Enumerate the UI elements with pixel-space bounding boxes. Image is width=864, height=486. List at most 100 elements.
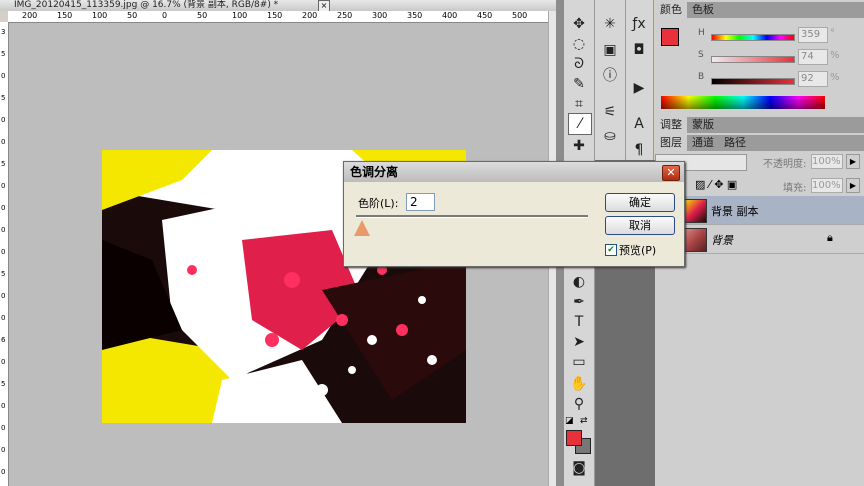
ruler-mark: 5 — [1, 380, 6, 388]
ruler-mark: 0 — [1, 182, 6, 190]
brightness-input[interactable]: 92 — [798, 71, 828, 87]
levels-slider[interactable] — [356, 215, 588, 218]
crop-icon[interactable]: ⌗ — [568, 94, 590, 114]
opacity-input[interactable]: 100% — [811, 154, 843, 169]
shape-icon[interactable]: ▭ — [568, 352, 590, 372]
fill-dropdown-icon[interactable]: ▶ — [846, 178, 860, 193]
ruler-mark: 0 — [1, 248, 6, 256]
brightness-unit: % — [830, 72, 840, 83]
info-icon[interactable]: ⓘ — [599, 66, 621, 86]
swap-colors-icon[interactable]: ⇄ — [580, 416, 590, 426]
move-icon[interactable]: ✥ — [568, 14, 590, 34]
default-colors-icon[interactable]: ◪ — [565, 416, 575, 426]
color-spectrum[interactable] — [661, 96, 825, 109]
hand-icon[interactable]: ✋ — [568, 374, 590, 394]
eyedropper-icon[interactable]: ⁄ — [568, 113, 592, 135]
ruler-mark: 0 — [1, 292, 6, 300]
ruler-mark: 200 — [302, 11, 318, 20]
fill-input[interactable]: 100% — [811, 178, 843, 193]
healing-icon[interactable]: ✚ — [568, 136, 590, 156]
path-select-icon[interactable]: ➤ — [568, 332, 590, 352]
ruler-mark: 500 — [512, 11, 528, 20]
hue-slider[interactable] — [711, 34, 795, 41]
ruler-mark: 50 — [127, 11, 138, 20]
character-icon[interactable]: A — [628, 114, 650, 134]
3d-rotate-icon[interactable]: ✳ — [599, 14, 621, 34]
saturation-unit: % — [830, 50, 840, 61]
layer-thumbnail — [683, 199, 707, 223]
ruler-mark: 100 — [92, 11, 108, 20]
ruler-mark: 3 — [1, 28, 6, 36]
hue-input[interactable]: 359 — [798, 27, 828, 43]
preview-checkbox[interactable]: ✔ — [605, 244, 617, 256]
saturation-input[interactable]: 74 — [798, 49, 828, 65]
mask-icon[interactable]: ◘ — [628, 40, 650, 60]
brightness-label: B — [698, 72, 705, 82]
paragraph-icon[interactable]: ¶ — [628, 140, 650, 160]
tab-swatches[interactable]: 色板 — [687, 2, 719, 18]
close-icon[interactable]: ✕ — [662, 165, 680, 181]
zoom-icon[interactable]: ⚲ — [568, 394, 590, 414]
document-tab[interactable]: IMG_20120415_113359.jpg @ 16.7% (背景 副本, … — [0, 0, 556, 11]
hue-label: H — [698, 28, 705, 38]
levels-input[interactable]: 2 — [406, 193, 435, 211]
layer-name: 背景 — [711, 234, 733, 247]
preview-label: 预览(P) — [619, 244, 657, 257]
adjust-panel-tabs: 调整 蒙版 — [655, 117, 864, 133]
pen-icon[interactable]: ✒ — [568, 292, 590, 312]
levels-label: 色阶(L): — [358, 197, 399, 210]
document-title: IMG_20120415_113359.jpg @ 16.7% (背景 副本, … — [14, 0, 279, 10]
opacity-dropdown-icon[interactable]: ▶ — [846, 154, 860, 169]
tab-channels[interactable]: 通道 — [687, 135, 719, 151]
saturation-slider-row: S 74 % — [663, 49, 863, 68]
quick-select-icon[interactable]: ✎ — [568, 74, 590, 94]
lock-icon: 🔒︎ — [827, 231, 833, 244]
brightness-slider-row: B 92 % — [663, 71, 863, 90]
brush-preset-icon[interactable]: ⚟ — [599, 102, 621, 122]
clone-source-icon[interactable]: ⛀ — [599, 126, 621, 146]
ok-button[interactable]: 确定 — [605, 193, 675, 212]
ruler-mark: 5 — [1, 270, 6, 278]
ruler-mark: 350 — [407, 11, 423, 20]
lock-icons[interactable]: ▨ ⁄ ✥ ▣ — [695, 178, 737, 191]
ruler-mark: 0 — [1, 424, 6, 432]
ruler-mark: 450 — [477, 11, 493, 20]
layers-panel-tabs: 图层 通道 路径 — [655, 135, 864, 151]
hue-unit: ° — [830, 28, 835, 39]
quick-mask-icon[interactable]: ◙ — [568, 458, 590, 478]
fx-icon[interactable]: ƒx — [628, 14, 650, 34]
color-panel-tabs: 颜色 色板 — [655, 2, 864, 18]
ruler-mark: 0 — [1, 204, 6, 212]
tab-layers[interactable]: 图层 — [655, 135, 687, 151]
layer-name: 背景 副本 — [711, 205, 759, 218]
dialog-title: 色调分离 — [350, 165, 399, 179]
image-icon[interactable]: ▣ — [599, 40, 621, 60]
foreground-color-swatch[interactable] — [566, 430, 582, 446]
play-icon[interactable]: ▶ — [628, 78, 650, 98]
posterize-dialog: 色调分离 ✕ 色阶(L): 2 确定 取消 ✔ 预览(P) — [343, 161, 685, 267]
cancel-button[interactable]: 取消 — [605, 216, 675, 235]
layer-row-background[interactable]: 背景 🔒︎ — [655, 225, 864, 254]
tab-masks[interactable]: 蒙版 — [687, 117, 719, 133]
ruler-mark: 0 — [1, 358, 6, 366]
layer-row-background-copy[interactable]: 背景 副本 — [655, 196, 864, 225]
ruler-mark: 150 — [267, 11, 283, 20]
type-icon[interactable]: T — [568, 312, 590, 332]
tab-color[interactable]: 颜色 — [655, 2, 687, 18]
dialog-titlebar[interactable]: 色调分离 — [344, 162, 684, 182]
tools-panel-3: ƒx ◘ ▶ A ¶ — [626, 0, 654, 160]
ruler-mark: 5 — [1, 94, 6, 102]
levels-slider-thumb[interactable] — [354, 220, 370, 236]
ruler-mark: 0 — [1, 226, 6, 234]
ruler-mark: 250 — [337, 11, 353, 20]
saturation-slider[interactable] — [711, 56, 795, 63]
tools-panel-2: ✳ ▣ ⓘ ⚟ ⛀ — [595, 0, 626, 160]
lasso-icon[interactable]: ᘐ — [568, 54, 590, 74]
brightness-slider[interactable] — [711, 78, 795, 85]
brush-icon[interactable]: ◐ — [568, 272, 590, 292]
marquee-icon[interactable]: ◌ — [568, 34, 590, 54]
tab-adjustments[interactable]: 调整 — [655, 117, 687, 133]
horizontal-ruler: 200 150 100 50 0 50 100 150 200 250 300 350 400 450 50… — [8, 11, 556, 23]
tab-paths[interactable]: 路径 — [719, 135, 751, 151]
ruler-mark: 200 — [22, 11, 38, 20]
